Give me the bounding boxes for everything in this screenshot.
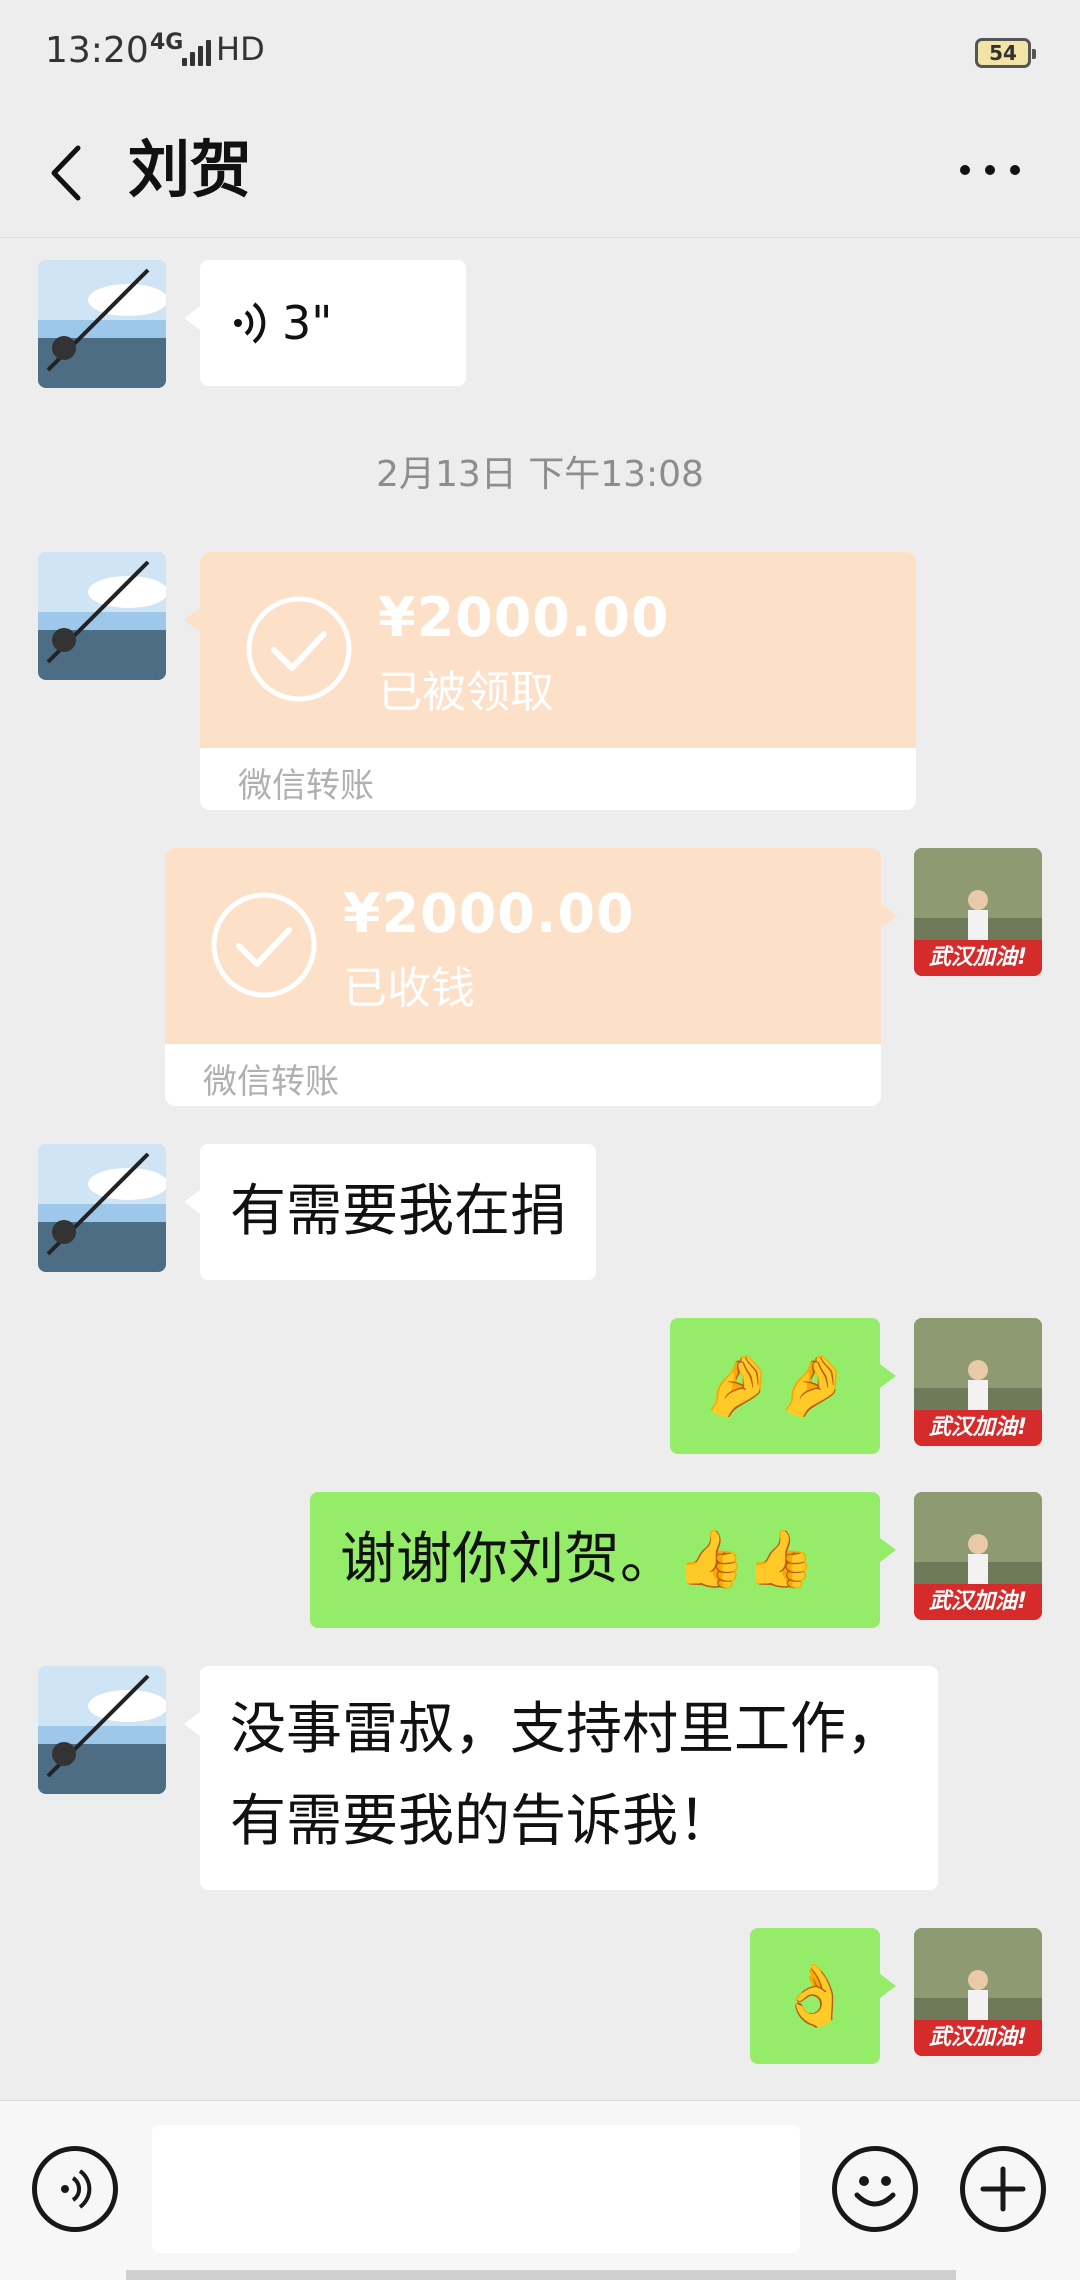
text-message-bubble[interactable]: 没事雷叔，支持村里工作， 有需要我的告诉我！ (184, 1666, 938, 1890)
emoji-message-bubble[interactable]: 🤌🤌 (670, 1318, 896, 1454)
emoji-message-bubble[interactable]: 👌 (750, 1928, 896, 2064)
gesture-bar (126, 2270, 956, 2280)
my-avatar[interactable]: 武汉加油! (914, 1318, 1042, 1446)
plus-icon[interactable] (960, 2146, 1046, 2232)
smiley-icon[interactable] (832, 2146, 918, 2232)
message-text: 谢谢你刘贺。 (340, 1527, 676, 1592)
contact-avatar[interactable] (38, 260, 166, 388)
contact-avatar[interactable] (38, 552, 166, 680)
transfer-status: 已被领取 (378, 667, 554, 718)
chat-header: 刘贺 (0, 110, 1080, 238)
transfer-amount: ¥2000.00 (343, 882, 635, 945)
my-avatar[interactable]: 武汉加油! (914, 1492, 1042, 1620)
check-circle-icon (209, 890, 319, 1000)
thumbs-up-icon: 👍👍 (676, 1527, 816, 1592)
status-time: 13:20 (45, 30, 149, 71)
my-avatar[interactable]: 武汉加油! (914, 848, 1042, 976)
status-bar: 13:20 4G HD 54 (0, 0, 1080, 110)
message-input[interactable] (152, 2125, 800, 2253)
bubble-tail (881, 904, 897, 928)
battery-icon: 54 (975, 38, 1036, 68)
transfer-label: 微信转账 (203, 1062, 339, 1102)
hd-indicator: HD (216, 30, 265, 68)
transfer-label: 微信转账 (238, 766, 374, 806)
network-type: 4G (150, 30, 184, 55)
avatar-badge: 武汉加油! (928, 1415, 1028, 1440)
text-message-bubble[interactable]: 有需要我在捐 (184, 1144, 596, 1280)
check-circle-icon (244, 594, 354, 704)
signal-icon (182, 36, 212, 66)
input-bar (0, 2100, 1080, 2280)
transfer-status: 已收钱 (343, 963, 475, 1014)
contact-avatar[interactable] (38, 1144, 166, 1272)
voice-icon[interactable] (32, 2146, 118, 2232)
message-line: 有需要我的告诉我！ (230, 1789, 734, 1854)
avatar-badge: 武汉加油! (928, 1589, 1028, 1614)
my-avatar[interactable]: 武汉加油! (914, 1928, 1042, 2056)
voice-duration: 3" (282, 296, 333, 350)
chevron-left-icon[interactable] (40, 138, 100, 208)
message-line: 没事雷叔，支持村里工作， (230, 1697, 902, 1762)
avatar-badge: 武汉加油! (928, 945, 1028, 970)
transfer-amount: ¥2000.00 (378, 586, 670, 649)
contact-avatar[interactable] (38, 1666, 166, 1794)
bubble-tail (184, 608, 200, 632)
voice-message-bubble[interactable]: 3" (184, 260, 466, 386)
timestamp: 2月13日 下午13:08 (376, 454, 704, 495)
voice-icon (234, 302, 266, 344)
transfer-card-collected[interactable]: ¥2000.00 已收钱 微信转账 (165, 848, 881, 1106)
avatar-badge: 武汉加油! (928, 2025, 1028, 2050)
text-message-bubble[interactable]: 谢谢你刘贺。👍👍 (310, 1492, 896, 1628)
more-dots-icon[interactable] (955, 150, 1025, 190)
chat-title: 刘贺 (128, 133, 253, 206)
transfer-card-received[interactable]: ¥2000.00 已被领取 微信转账 (200, 552, 916, 810)
